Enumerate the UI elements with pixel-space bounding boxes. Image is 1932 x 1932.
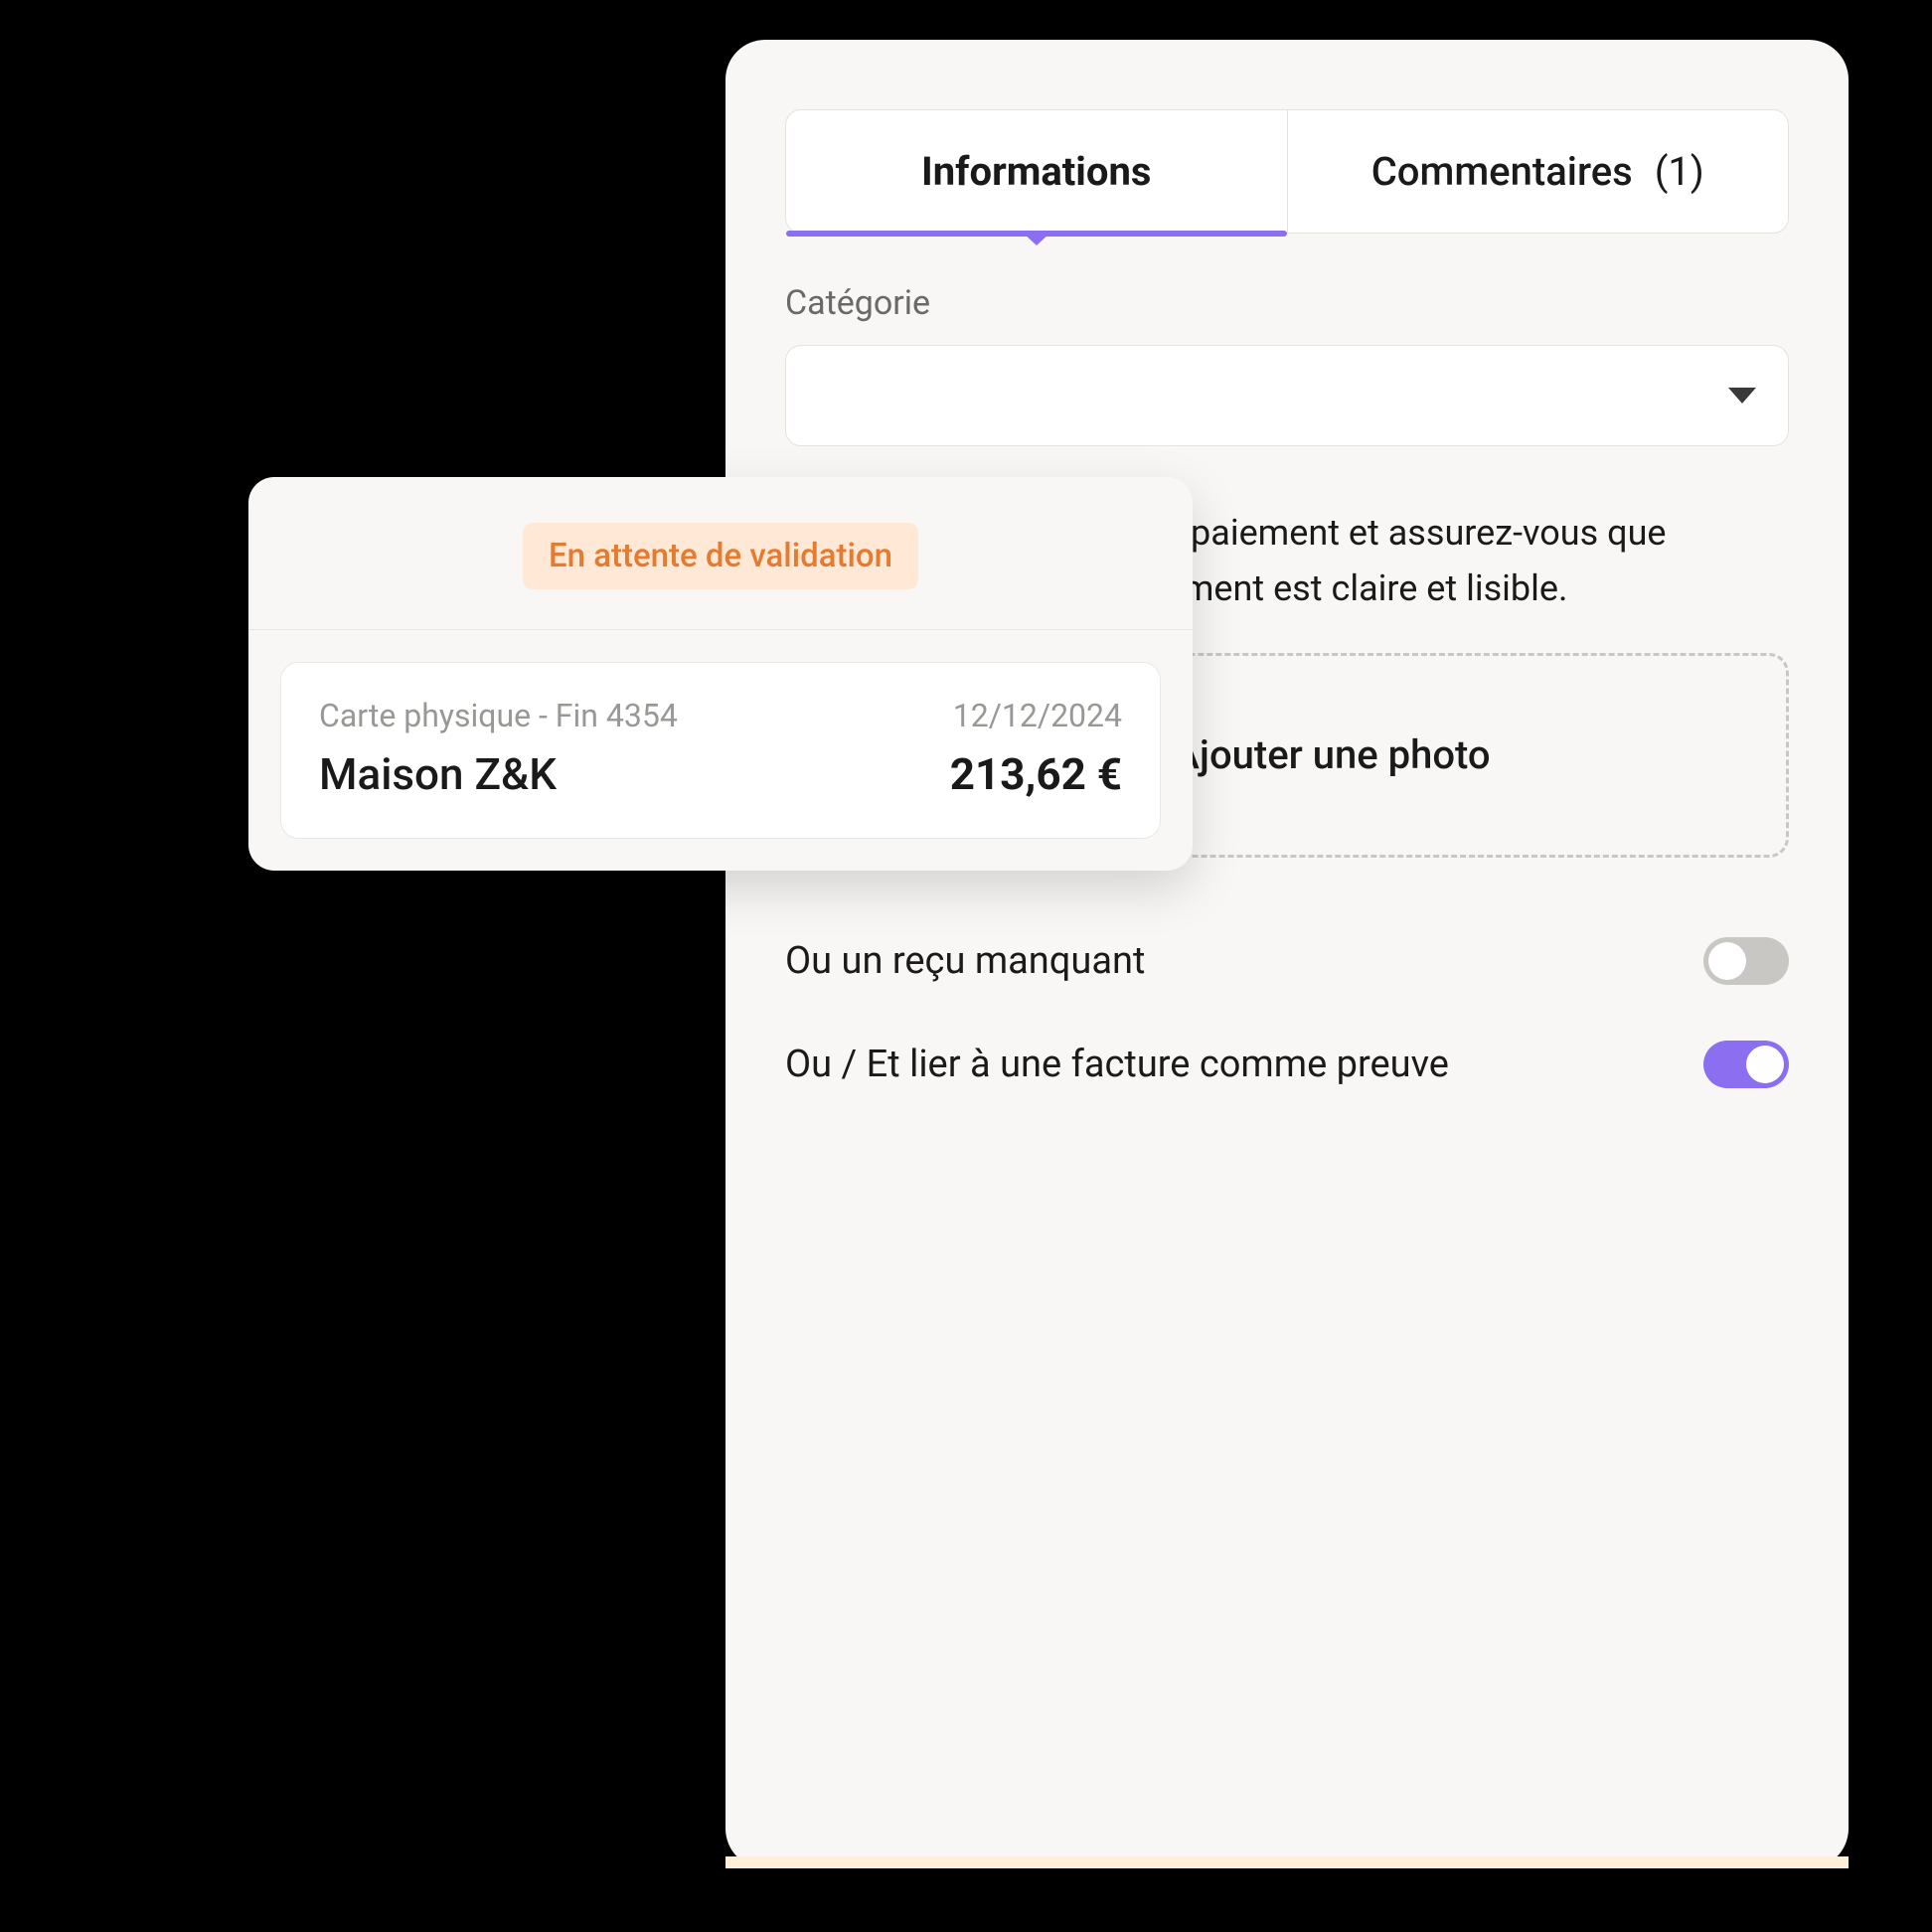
- helper-line: ument est claire et lisible.: [1163, 562, 1789, 617]
- upload-helper-text: e paiement et assurez-vous que ument est…: [1163, 506, 1789, 617]
- transaction-meta: Carte physique - Fin 4354 12/12/2024: [319, 697, 1122, 734]
- category-label: Catégorie: [785, 283, 1789, 323]
- status-badge: En attente de validation: [523, 523, 918, 589]
- transaction-date: 12/12/2024: [953, 697, 1122, 734]
- toggle-row-missing-receipt: Ou un reçu manquant: [785, 937, 1789, 985]
- toggle-knob: [1708, 942, 1746, 980]
- tabs-container: Informations Commentaires (1): [785, 109, 1789, 234]
- transaction-item[interactable]: Carte physique - Fin 4354 12/12/2024 Mai…: [280, 662, 1161, 839]
- card-body: Carte physique - Fin 4354 12/12/2024 Mai…: [248, 630, 1193, 871]
- chevron-down-icon: [1728, 388, 1756, 403]
- card-header: En attente de validation: [248, 477, 1193, 630]
- transaction-amount: 213,62 €: [950, 748, 1122, 800]
- tab-informations[interactable]: Informations: [786, 110, 1288, 233]
- merchant-name: Maison Z&K: [319, 748, 557, 800]
- card-info: Carte physique - Fin 4354: [319, 697, 678, 734]
- transaction-main: Maison Z&K 213,62 €: [319, 748, 1122, 800]
- transaction-card: En attente de validation Carte physique …: [248, 477, 1193, 871]
- toggle-row-link-invoice: Ou / Et lier à une facture comme preuve: [785, 1041, 1789, 1088]
- category-dropdown[interactable]: [785, 345, 1789, 446]
- tab-commentaires[interactable]: Commentaires (1): [1288, 110, 1789, 233]
- helper-line: e paiement et assurez-vous que: [1163, 506, 1789, 562]
- toggle-label: Ou un reçu manquant: [785, 939, 1145, 983]
- tab-active-arrow-icon: [1023, 233, 1050, 245]
- link-invoice-toggle[interactable]: [1703, 1041, 1789, 1088]
- bottom-accent-bar: [725, 1856, 1849, 1868]
- tab-label: Commentaires: [1371, 148, 1633, 195]
- toggle-knob: [1746, 1046, 1784, 1083]
- tab-label: Informations: [921, 148, 1151, 195]
- add-photo-label: Ajouter une photo: [1173, 731, 1490, 778]
- details-panel: Informations Commentaires (1) Catégorie …: [725, 40, 1849, 1868]
- toggle-label: Ou / Et lier à une facture comme preuve: [785, 1043, 1449, 1086]
- tab-count: (1): [1655, 148, 1704, 195]
- missing-receipt-toggle[interactable]: [1703, 937, 1789, 985]
